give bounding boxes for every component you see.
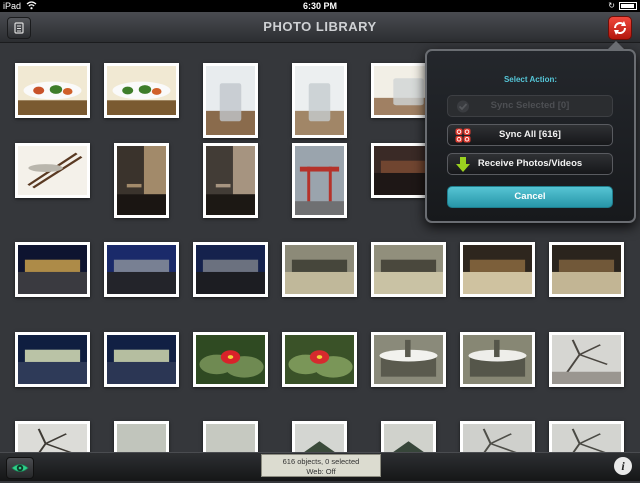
status-right: ↻ <box>608 0 637 12</box>
sync-selected-button[interactable]: Sync Selected [0] <box>447 95 613 117</box>
photo-thumbnail[interactable] <box>371 332 446 387</box>
receive-photos-label: Receive Photos/Videos <box>477 158 583 169</box>
sync-all-label: Sync All [616] <box>499 129 561 140</box>
photo-thumbnail[interactable] <box>114 143 169 218</box>
battery-icon <box>619 2 637 10</box>
page-title: PHOTO LIBRARY <box>263 19 377 34</box>
photo-image <box>463 335 532 384</box>
photo-image <box>196 335 265 384</box>
status-bar: iPad 6:30 PM ↻ <box>0 0 640 12</box>
photo-thumbnail[interactable] <box>282 332 357 387</box>
photo-thumbnail[interactable] <box>549 242 624 297</box>
photo-image <box>552 335 621 385</box>
photo-thumbnail[interactable] <box>292 143 347 218</box>
photo-image <box>18 335 87 384</box>
photo-thumbnail[interactable] <box>549 421 624 452</box>
cancel-button[interactable]: Cancel <box>447 186 613 208</box>
photo-thumbnail[interactable] <box>460 332 535 387</box>
photo-image <box>552 424 621 452</box>
status-time: 6:30 PM <box>302 1 337 11</box>
photo-image <box>107 66 176 115</box>
photo-image <box>117 146 166 215</box>
photo-thumbnail[interactable] <box>460 421 535 452</box>
photo-image <box>18 424 87 452</box>
photo-image <box>107 245 176 294</box>
photo-image <box>117 424 166 452</box>
photo-image <box>285 245 354 294</box>
sync-arrows-icon <box>455 128 471 143</box>
photo-image <box>552 245 621 294</box>
photo-image <box>18 245 87 294</box>
photo-thumbnail[interactable] <box>371 242 446 297</box>
photo-image <box>285 335 354 384</box>
photo-thumbnail[interactable] <box>292 421 347 452</box>
photo-image <box>384 424 433 452</box>
photo-image <box>295 146 344 215</box>
orientation-lock-icon: ↻ <box>608 1 615 10</box>
photo-image <box>107 335 176 384</box>
photo-thumbnail[interactable] <box>15 421 90 452</box>
cancel-label: Cancel <box>514 191 546 202</box>
photo-thumbnail[interactable] <box>282 242 357 297</box>
photo-image <box>463 245 532 294</box>
popover-heading: Select Action: <box>503 75 558 84</box>
navigation-bar: PHOTO LIBRARY <box>0 12 640 43</box>
photo-thumbnail[interactable] <box>381 421 436 452</box>
popover-arrow <box>607 41 625 50</box>
sync-selected-label: Sync Selected [0] <box>490 100 570 111</box>
photo-image <box>196 245 265 294</box>
preview-toggle-button[interactable] <box>6 457 34 479</box>
info-icon: i <box>621 459 625 473</box>
status-summary: 616 objects, 0 selected Web: Off <box>261 454 381 477</box>
photo-thumbnail[interactable] <box>104 242 179 297</box>
photo-thumbnail[interactable] <box>15 63 90 118</box>
photo-thumbnail[interactable] <box>292 63 347 138</box>
photo-thumbnail[interactable] <box>114 421 169 452</box>
action-popover: Select Action: Sync Selected [0] Sync Al… <box>425 41 636 223</box>
photo-thumbnail[interactable] <box>104 332 179 387</box>
download-arrow-icon <box>456 157 470 172</box>
photo-image <box>18 146 87 195</box>
sync-icon <box>614 21 626 35</box>
photo-thumbnail[interactable] <box>104 63 179 118</box>
photo-image <box>374 335 443 384</box>
sync-all-button[interactable]: Sync All [616] <box>447 124 613 146</box>
photo-thumbnail[interactable] <box>203 421 258 452</box>
photo-thumbnail[interactable] <box>193 242 268 297</box>
photo-image <box>18 66 87 115</box>
receive-photos-button[interactable]: Receive Photos/Videos <box>447 153 613 175</box>
photo-image <box>206 66 255 135</box>
photo-image <box>206 424 255 452</box>
photo-image <box>295 424 344 452</box>
photo-thumbnail[interactable] <box>203 63 258 138</box>
photo-image <box>295 66 344 135</box>
photo-image <box>206 146 255 215</box>
bottom-toolbar: 616 objects, 0 selected Web: Off i <box>0 452 640 481</box>
info-button[interactable]: i <box>614 457 632 475</box>
photo-thumbnail[interactable] <box>193 332 268 387</box>
web-status: Web: Off <box>306 467 336 476</box>
photo-image <box>463 424 532 452</box>
photo-thumbnail[interactable] <box>203 143 258 218</box>
sync-button[interactable] <box>608 16 632 40</box>
selection-count: 616 objects, 0 selected <box>282 457 360 466</box>
checkmark-icon <box>457 100 469 113</box>
photo-thumbnail[interactable] <box>460 242 535 297</box>
photo-thumbnail[interactable] <box>15 332 90 387</box>
photo-thumbnail[interactable] <box>549 332 624 387</box>
photo-thumbnail[interactable] <box>15 143 90 198</box>
eye-icon <box>11 464 29 472</box>
photo-thumbnail[interactable] <box>15 242 90 297</box>
photo-image <box>374 245 443 294</box>
